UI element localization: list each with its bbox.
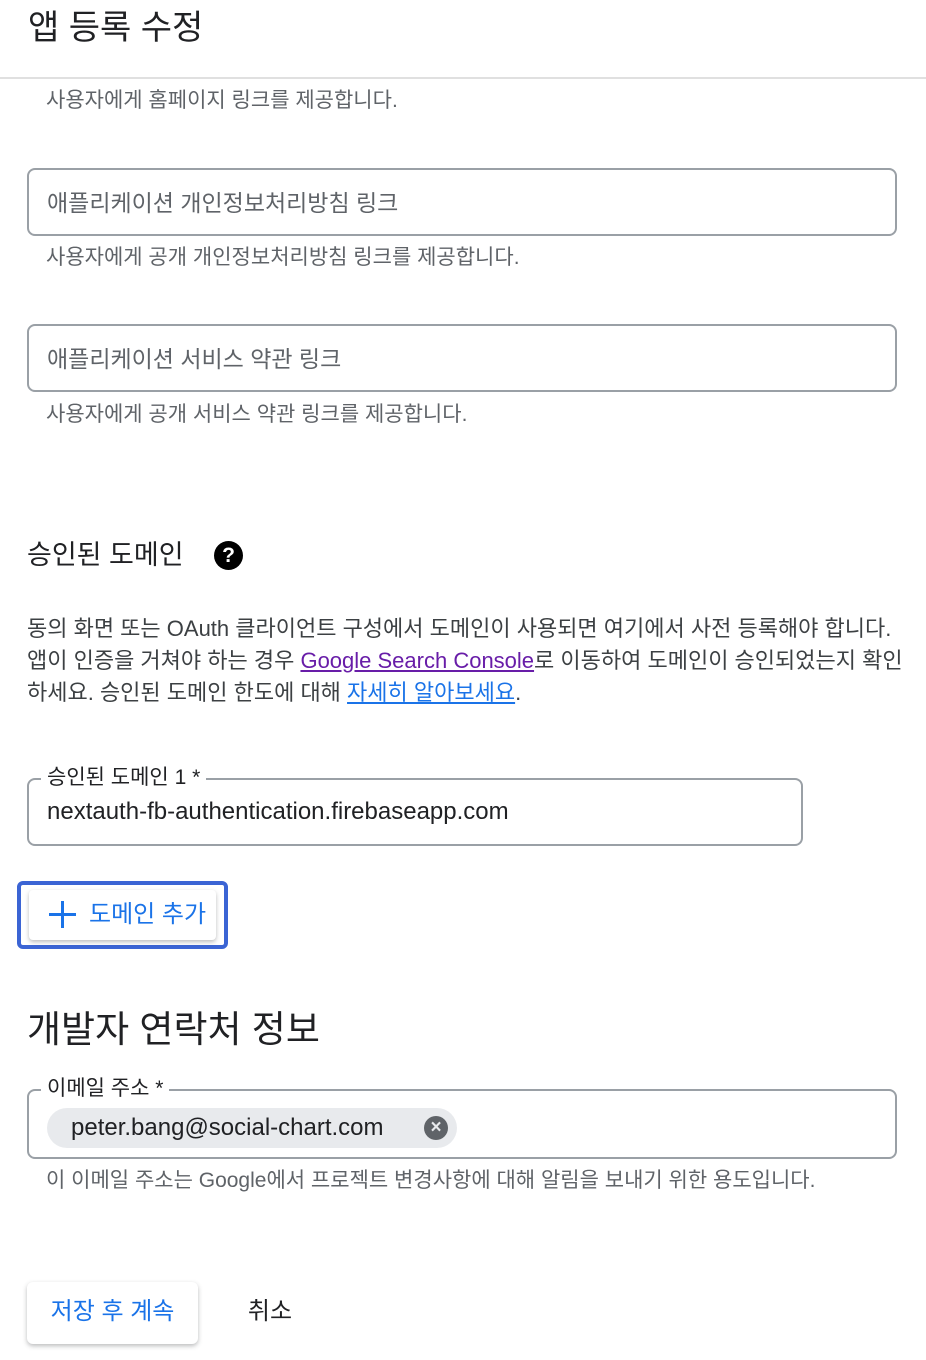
google-search-console-link[interactable]: Google Search Console bbox=[300, 648, 534, 673]
email-chip-label: peter.bang@social-chart.com bbox=[71, 1114, 384, 1141]
privacy-policy-link-input[interactable]: 애플리케이션 개인정보처리방침 링크 bbox=[27, 168, 897, 236]
authorized-domains-heading: 승인된 도메인 bbox=[27, 540, 184, 570]
email-address-field[interactable]: 이메일 주소 * peter.bang@social-chart.com × bbox=[27, 1074, 897, 1159]
authorized-domains-description: 동의 화면 또는 OAuth 클라이언트 구성에서 도메인이 사용되면 여기에서… bbox=[27, 613, 907, 709]
email-chip[interactable]: peter.bang@social-chart.com × bbox=[47, 1108, 457, 1148]
developer-contact-heading: 개발자 연락처 정보 bbox=[27, 1009, 320, 1050]
title-divider bbox=[0, 77, 926, 79]
description-text-3: . bbox=[515, 680, 522, 705]
authorized-domain-1-value: nextauth-fb-authentication.firebaseapp.c… bbox=[47, 798, 509, 825]
edit-app-registration-page: 앱 등록 수정 사용자에게 홈페이지 링크를 제공합니다. 애플리케이션 개인정… bbox=[0, 0, 926, 1360]
close-circle-icon[interactable]: × bbox=[424, 1116, 448, 1140]
authorized-domain-1-input[interactable]: 승인된 도메인 1 * nextauth-fb-authentication.f… bbox=[27, 763, 803, 846]
privacy-policy-helper-text: 사용자에게 공개 개인정보처리방침 링크를 제공합니다. bbox=[46, 246, 520, 269]
page-title: 앱 등록 수정 bbox=[28, 9, 204, 47]
add-domain-button-surface: 도메인 추가 bbox=[29, 890, 216, 940]
privacy-policy-placeholder: 애플리케이션 개인정보처리방침 링크 bbox=[47, 190, 399, 216]
homepage-helper-text: 사용자에게 홈페이지 링크를 제공합니다. bbox=[46, 89, 398, 112]
help-circle-icon[interactable]: ? bbox=[214, 541, 243, 570]
add-domain-label: 도메인 추가 bbox=[89, 901, 207, 928]
plus-icon bbox=[49, 901, 76, 928]
authorized-domain-1-label: 승인된 도메인 1 * bbox=[41, 763, 207, 793]
terms-of-service-helper-text: 사용자에게 공개 서비스 약관 링크를 제공합니다. bbox=[46, 403, 468, 426]
cancel-button[interactable]: 취소 bbox=[224, 1282, 316, 1344]
save-and-continue-button[interactable]: 저장 후 계속 bbox=[27, 1282, 198, 1344]
email-address-label: 이메일 주소 * bbox=[41, 1074, 170, 1104]
cancel-label: 취소 bbox=[247, 1298, 293, 1325]
email-helper-text: 이 이메일 주소는 Google에서 프로젝트 변경사항에 대해 알림을 보내기… bbox=[46, 1169, 816, 1192]
learn-more-link[interactable]: 자세히 알아보세요 bbox=[347, 680, 515, 705]
save-and-continue-label: 저장 후 계속 bbox=[50, 1298, 175, 1325]
terms-of-service-link-input[interactable]: 애플리케이션 서비스 약관 링크 bbox=[27, 324, 897, 392]
add-domain-button[interactable]: 도메인 추가 bbox=[17, 881, 228, 949]
terms-of-service-placeholder: 애플리케이션 서비스 약관 링크 bbox=[47, 346, 342, 372]
